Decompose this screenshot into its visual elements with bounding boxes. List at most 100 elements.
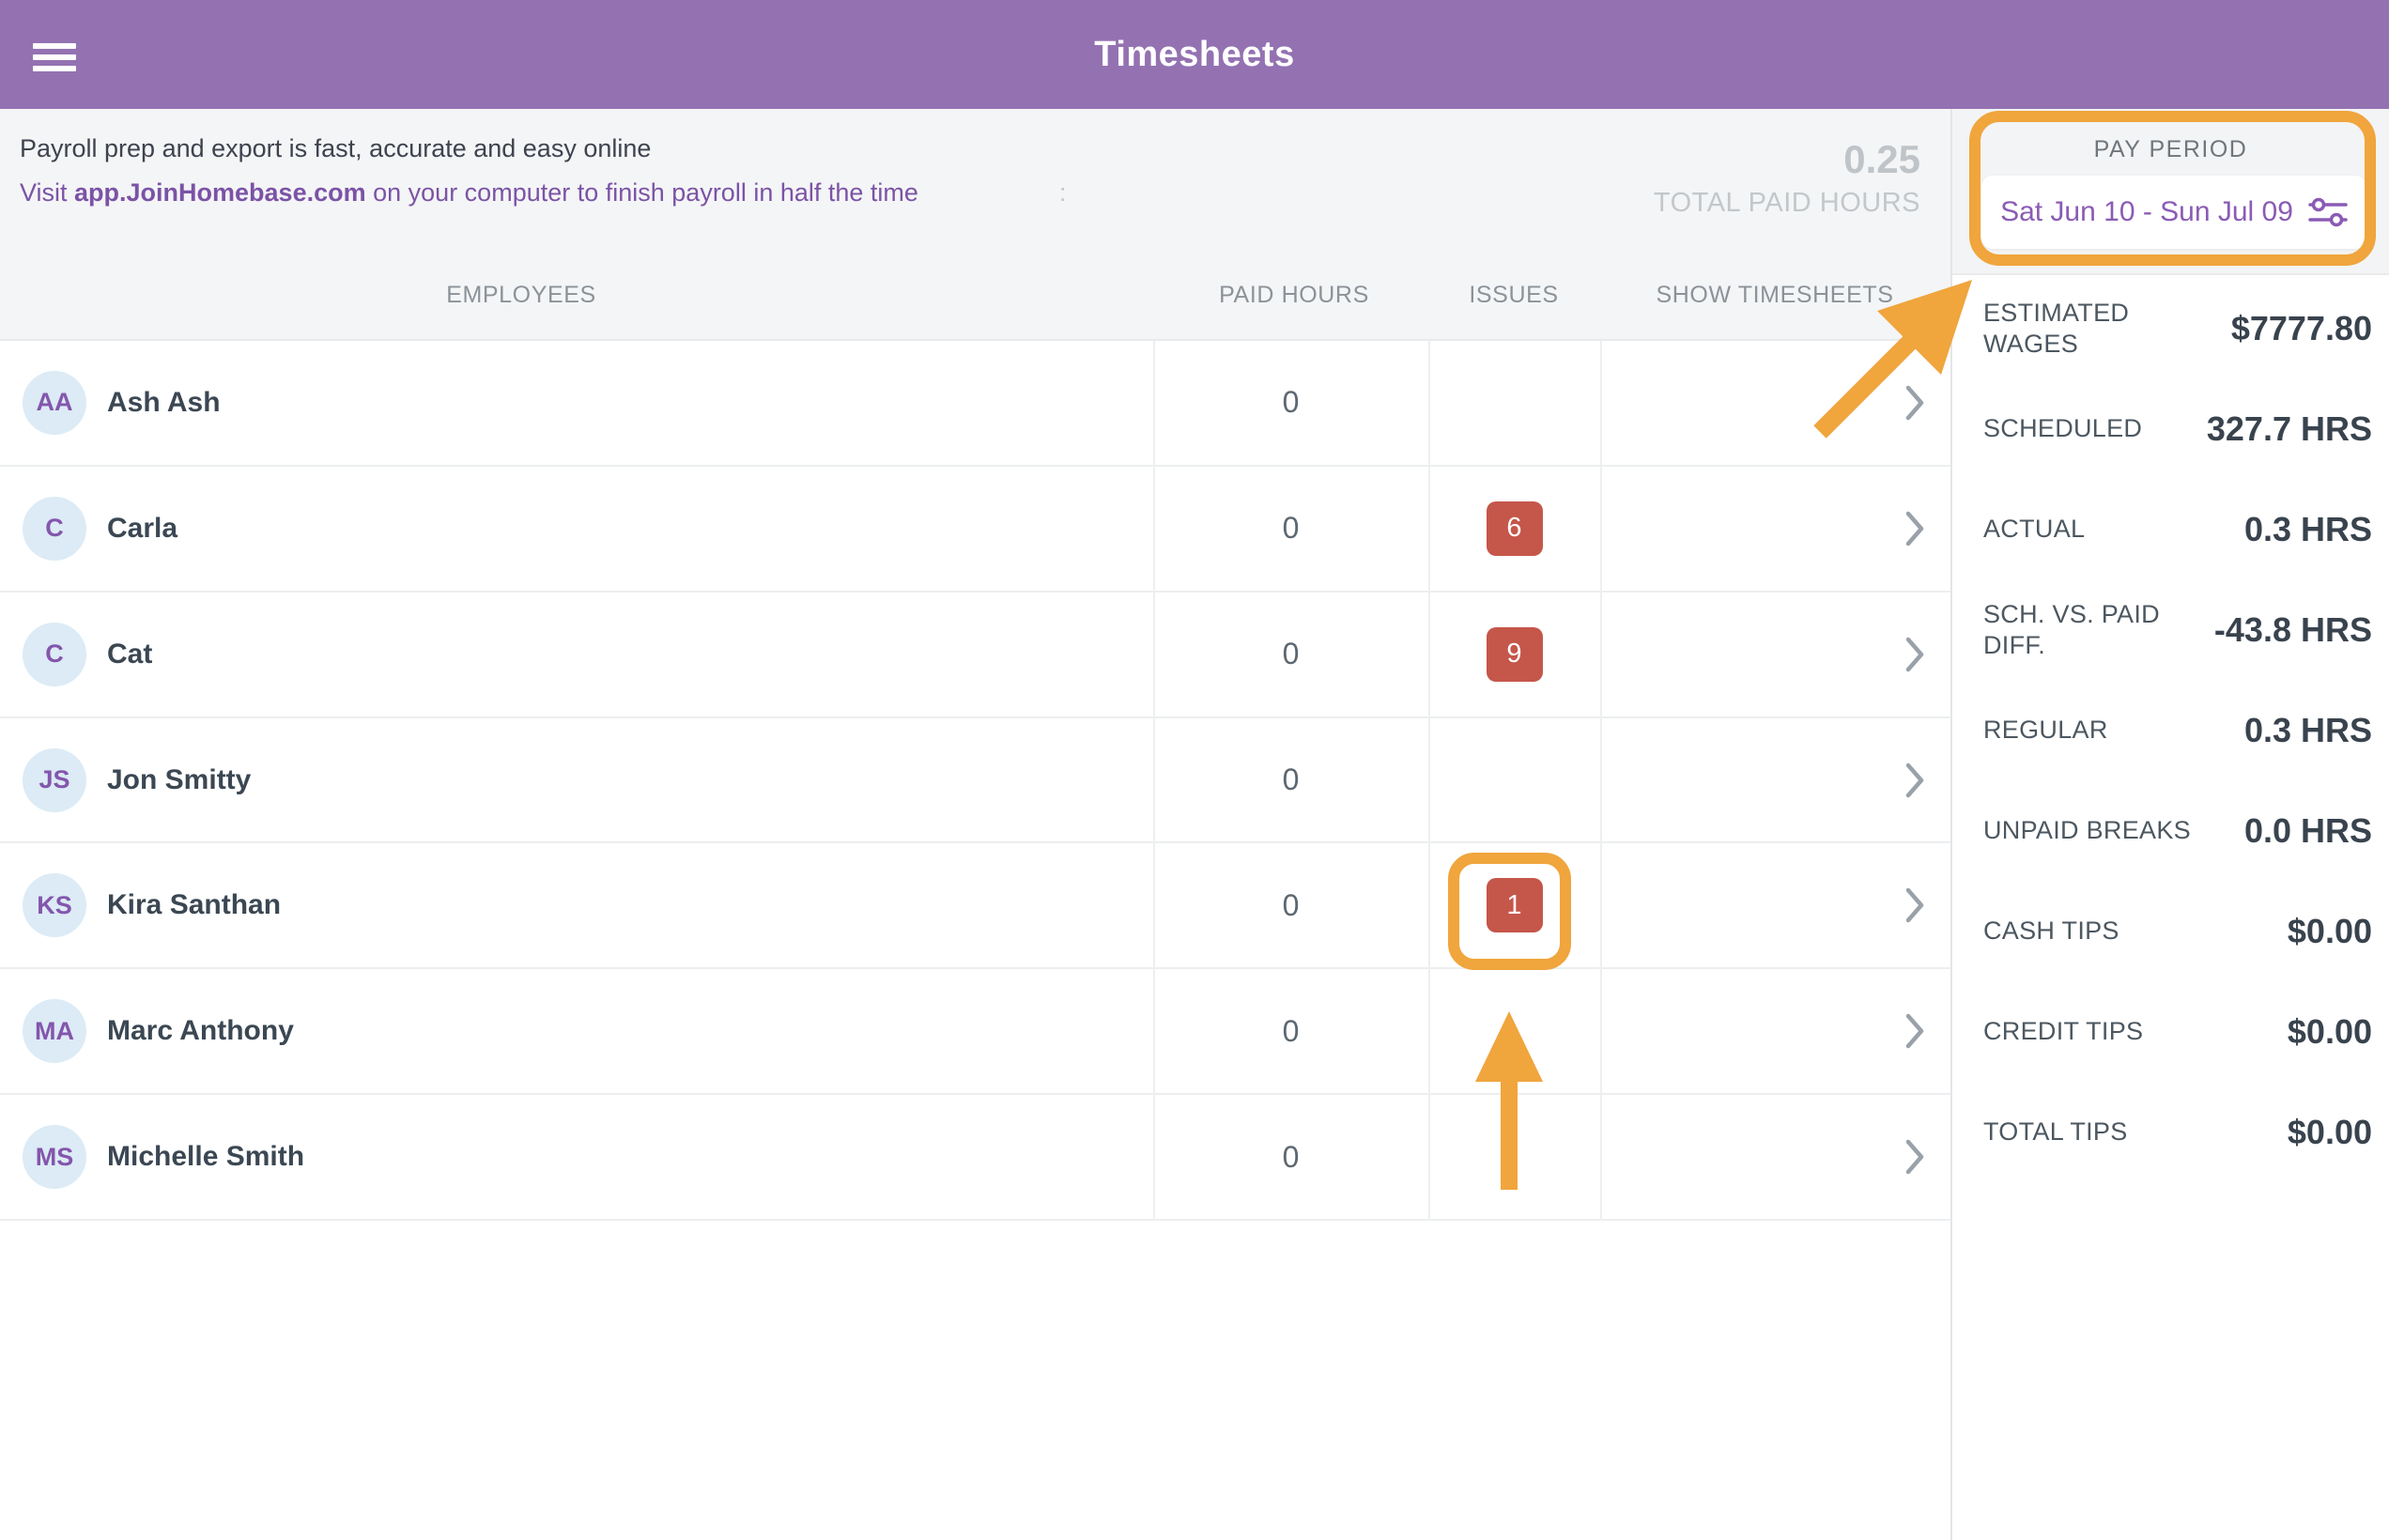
stat-value: $7777.80: [2231, 309, 2372, 348]
paid-hours-value: 0: [1153, 1140, 1428, 1175]
app-header: Timesheets: [0, 0, 2389, 109]
total-paid-hours-value: 0.25: [1654, 137, 1920, 182]
total-paid-hours: 0.25 TOTAL PAID HOURS: [1654, 137, 1920, 222]
stat-value: 0.3 HRS: [2244, 711, 2372, 750]
table-row[interactable]: MS Michelle Smith 0: [0, 1095, 1950, 1221]
show-timesheets-cell[interactable]: [1600, 1139, 1950, 1175]
show-timesheets-cell[interactable]: [1600, 385, 1950, 421]
summary-stats: ESTIMATED WAGES $7777.80 SCHEDULED 327.7…: [1983, 278, 2372, 1182]
stat-label: REGULAR: [1983, 715, 2108, 746]
paid-hours-value: 0: [1153, 1014, 1428, 1049]
table-row[interactable]: C Cat 0 9: [0, 593, 1950, 718]
employee-name: Ash Ash: [107, 387, 221, 419]
column-header-paid-hours: PAID HOURS: [1219, 282, 1369, 309]
column-header-employees: EMPLOYEES: [446, 282, 596, 309]
issues-cell: 9: [1428, 627, 1600, 682]
payroll-link-text: Visit app.JoinHomebase.com on your compu…: [20, 177, 918, 208]
stat-value: 0.3 HRS: [2244, 510, 2372, 549]
employee-name: Marc Anthony: [107, 1015, 294, 1047]
summary-panel: PAY PERIOD Sat Jun 10 - Sun Jul 09 ESTIM…: [1950, 109, 2389, 1540]
stat-row: CASH TIPS $0.00: [1983, 881, 2372, 981]
employee-name: Jon Smitty: [107, 764, 251, 796]
employee-name: Carla: [107, 513, 177, 545]
show-timesheets-cell[interactable]: [1600, 762, 1950, 798]
paid-hours-value: 0: [1153, 762, 1428, 797]
employee-cell: MS Michelle Smith: [0, 1125, 1153, 1189]
chevron-right-icon[interactable]: [1905, 1139, 1924, 1175]
employee-cell: JS Jon Smitty: [0, 748, 1153, 812]
employee-name: Cat: [107, 639, 152, 670]
chevron-right-icon[interactable]: [1905, 1013, 1924, 1049]
stat-value: $0.00: [2288, 1012, 2372, 1052]
avatar: C: [23, 623, 86, 686]
issues-cell: 6: [1428, 501, 1600, 556]
stat-value: -43.8 HRS: [2214, 610, 2372, 650]
chevron-right-icon[interactable]: [1905, 637, 1924, 672]
stray-colon-mark: :: [1059, 177, 1067, 208]
table-row[interactable]: JS Jon Smitty 0: [0, 718, 1950, 844]
paid-hours-value: 0: [1153, 385, 1428, 420]
avatar: AA: [23, 371, 86, 435]
chevron-right-icon[interactable]: [1905, 887, 1924, 923]
show-timesheets-cell[interactable]: [1600, 637, 1950, 672]
stat-row: REGULAR 0.3 HRS: [1983, 680, 2372, 780]
page-title: Timesheets: [0, 0, 2389, 109]
stat-value: $0.00: [2288, 912, 2372, 951]
employee-cell: KS Kira Santhan: [0, 873, 1153, 937]
stat-row: SCHEDULED 327.7 HRS: [1983, 378, 2372, 479]
table-row[interactable]: AA Ash Ash 0: [0, 341, 1950, 467]
stat-label: UNPAID BREAKS: [1983, 815, 2191, 846]
column-header-show-timesheets: SHOW TIMESHEETS: [1656, 282, 1893, 309]
stat-label: TOTAL TIPS: [1983, 1116, 2128, 1147]
employee-table: AA Ash Ash 0 C Carla 0 6: [0, 341, 1950, 1221]
pay-period-selector[interactable]: Sat Jun 10 - Sun Jul 09: [1981, 176, 2366, 249]
timesheets-page: Timesheets Payroll prep and export is fa…: [0, 0, 2389, 1540]
employee-name: Michelle Smith: [107, 1141, 304, 1173]
stat-label: SCHEDULED: [1983, 413, 2142, 444]
subheader: Payroll prep and export is fast, accurat…: [0, 109, 1950, 341]
chevron-right-icon[interactable]: [1905, 511, 1924, 547]
stat-row: CREDIT TIPS $0.00: [1983, 981, 2372, 1082]
avatar: C: [23, 497, 86, 561]
employee-cell: C Carla: [0, 497, 1153, 561]
show-timesheets-cell[interactable]: [1600, 511, 1950, 547]
issues-cell: 1: [1428, 878, 1600, 932]
stat-row: ACTUAL 0.3 HRS: [1983, 479, 2372, 579]
pay-period-section: PAY PERIOD Sat Jun 10 - Sun Jul 09: [1952, 109, 2389, 275]
stat-label: CASH TIPS: [1983, 916, 2119, 947]
paid-hours-value: 0: [1153, 888, 1428, 923]
homebase-link[interactable]: app.JoinHomebase.com: [74, 178, 366, 207]
issues-badge: 6: [1487, 501, 1543, 556]
avatar: MA: [23, 999, 86, 1063]
issues-badge: 9: [1487, 627, 1543, 682]
table-row[interactable]: C Carla 0 6: [0, 467, 1950, 593]
table-row-highlighted[interactable]: KS Kira Santhan 0 1: [0, 843, 1950, 969]
show-timesheets-cell[interactable]: [1600, 887, 1950, 923]
paid-hours-value: 0: [1153, 637, 1428, 671]
stat-value: 327.7 HRS: [2207, 409, 2372, 449]
chevron-right-icon[interactable]: [1905, 762, 1924, 798]
stat-label: ESTIMATED WAGES: [1983, 298, 2218, 360]
show-timesheets-cell[interactable]: [1600, 1013, 1950, 1049]
stat-row: UNPAID BREAKS 0.0 HRS: [1983, 780, 2372, 881]
employee-cell: AA Ash Ash: [0, 371, 1153, 435]
paid-hours-value: 0: [1153, 511, 1428, 546]
stat-row: SCH. VS. PAID DIFF. -43.8 HRS: [1983, 579, 2372, 680]
chevron-right-icon[interactable]: [1905, 385, 1924, 421]
stat-label: CREDIT TIPS: [1983, 1016, 2143, 1047]
employee-name: Kira Santhan: [107, 889, 281, 921]
pay-period-value: Sat Jun 10 - Sun Jul 09: [2000, 196, 2293, 228]
avatar: MS: [23, 1125, 86, 1189]
column-divider: [1600, 341, 1602, 1221]
column-header-issues: ISSUES: [1469, 282, 1558, 309]
main-content: Payroll prep and export is fast, accurat…: [0, 109, 1950, 1540]
pay-period-label: PAY PERIOD: [1952, 136, 2389, 163]
employee-cell: C Cat: [0, 623, 1153, 686]
issues-badge-highlighted[interactable]: 1: [1487, 878, 1543, 932]
column-divider: [1428, 341, 1430, 1221]
employee-cell: MA Marc Anthony: [0, 999, 1153, 1063]
table-row[interactable]: MA Marc Anthony 0: [0, 969, 1950, 1095]
stat-label: ACTUAL: [1983, 514, 2085, 545]
stat-value: $0.00: [2288, 1113, 2372, 1152]
stat-row: ESTIMATED WAGES $7777.80: [1983, 278, 2372, 378]
